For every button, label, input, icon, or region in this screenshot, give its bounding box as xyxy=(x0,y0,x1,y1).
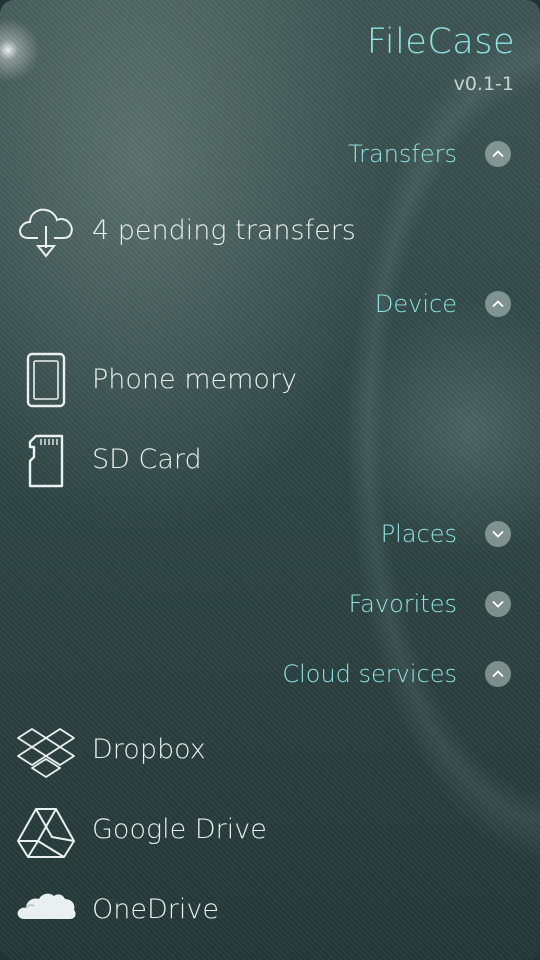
list-item-label: Dropbox xyxy=(92,733,206,765)
phone-icon xyxy=(14,347,78,411)
dropbox-icon xyxy=(14,717,78,781)
app-version: v0.1-1 xyxy=(453,73,514,95)
list-item-google-drive[interactable]: Google Drive xyxy=(0,794,540,864)
section-label-cloud-services: Cloud services xyxy=(282,660,457,688)
chevron-down-icon[interactable] xyxy=(485,521,511,547)
onedrive-icon xyxy=(14,877,78,941)
list-item-label: SD Card xyxy=(92,443,202,475)
section-label-device: Device xyxy=(374,290,457,318)
list-item-label: Google Drive xyxy=(92,813,267,845)
list-item-pending-transfers[interactable]: 4 pending transfers xyxy=(0,195,540,265)
cloud-download-icon xyxy=(14,198,78,262)
google-drive-icon xyxy=(14,797,78,861)
section-label-favorites: Favorites xyxy=(348,590,457,618)
sd-card-icon xyxy=(14,427,78,491)
list-item-onedrive[interactable]: OneDrive xyxy=(0,874,540,944)
section-header-transfers[interactable]: Transfers xyxy=(348,134,511,174)
section-header-device[interactable]: Device xyxy=(375,284,511,324)
list-item-label: OneDrive xyxy=(92,893,219,925)
chevron-down-icon[interactable] xyxy=(485,591,511,617)
list-item-label: 4 pending transfers xyxy=(92,214,356,246)
section-label-places: Places xyxy=(380,520,457,548)
section-header-favorites[interactable]: Favorites xyxy=(349,584,511,624)
section-header-places[interactable]: Places xyxy=(381,514,511,554)
list-item-label: Phone memory xyxy=(92,363,298,395)
section-label-transfers: Transfers xyxy=(347,140,457,168)
chevron-up-icon[interactable] xyxy=(485,661,511,687)
list-item-dropbox[interactable]: Dropbox xyxy=(0,714,540,784)
chevron-up-icon[interactable] xyxy=(485,291,511,317)
app-title: FileCase xyxy=(366,22,515,62)
chevron-up-icon[interactable] xyxy=(485,141,511,167)
list-item-phone-memory[interactable]: Phone memory xyxy=(0,344,540,414)
section-header-cloud-services[interactable]: Cloud services xyxy=(282,654,511,694)
app-drawer: FileCase v0.1-1 Transfers 4 pending tran… xyxy=(0,0,540,960)
list-item-sd-card[interactable]: SD Card xyxy=(0,424,540,494)
